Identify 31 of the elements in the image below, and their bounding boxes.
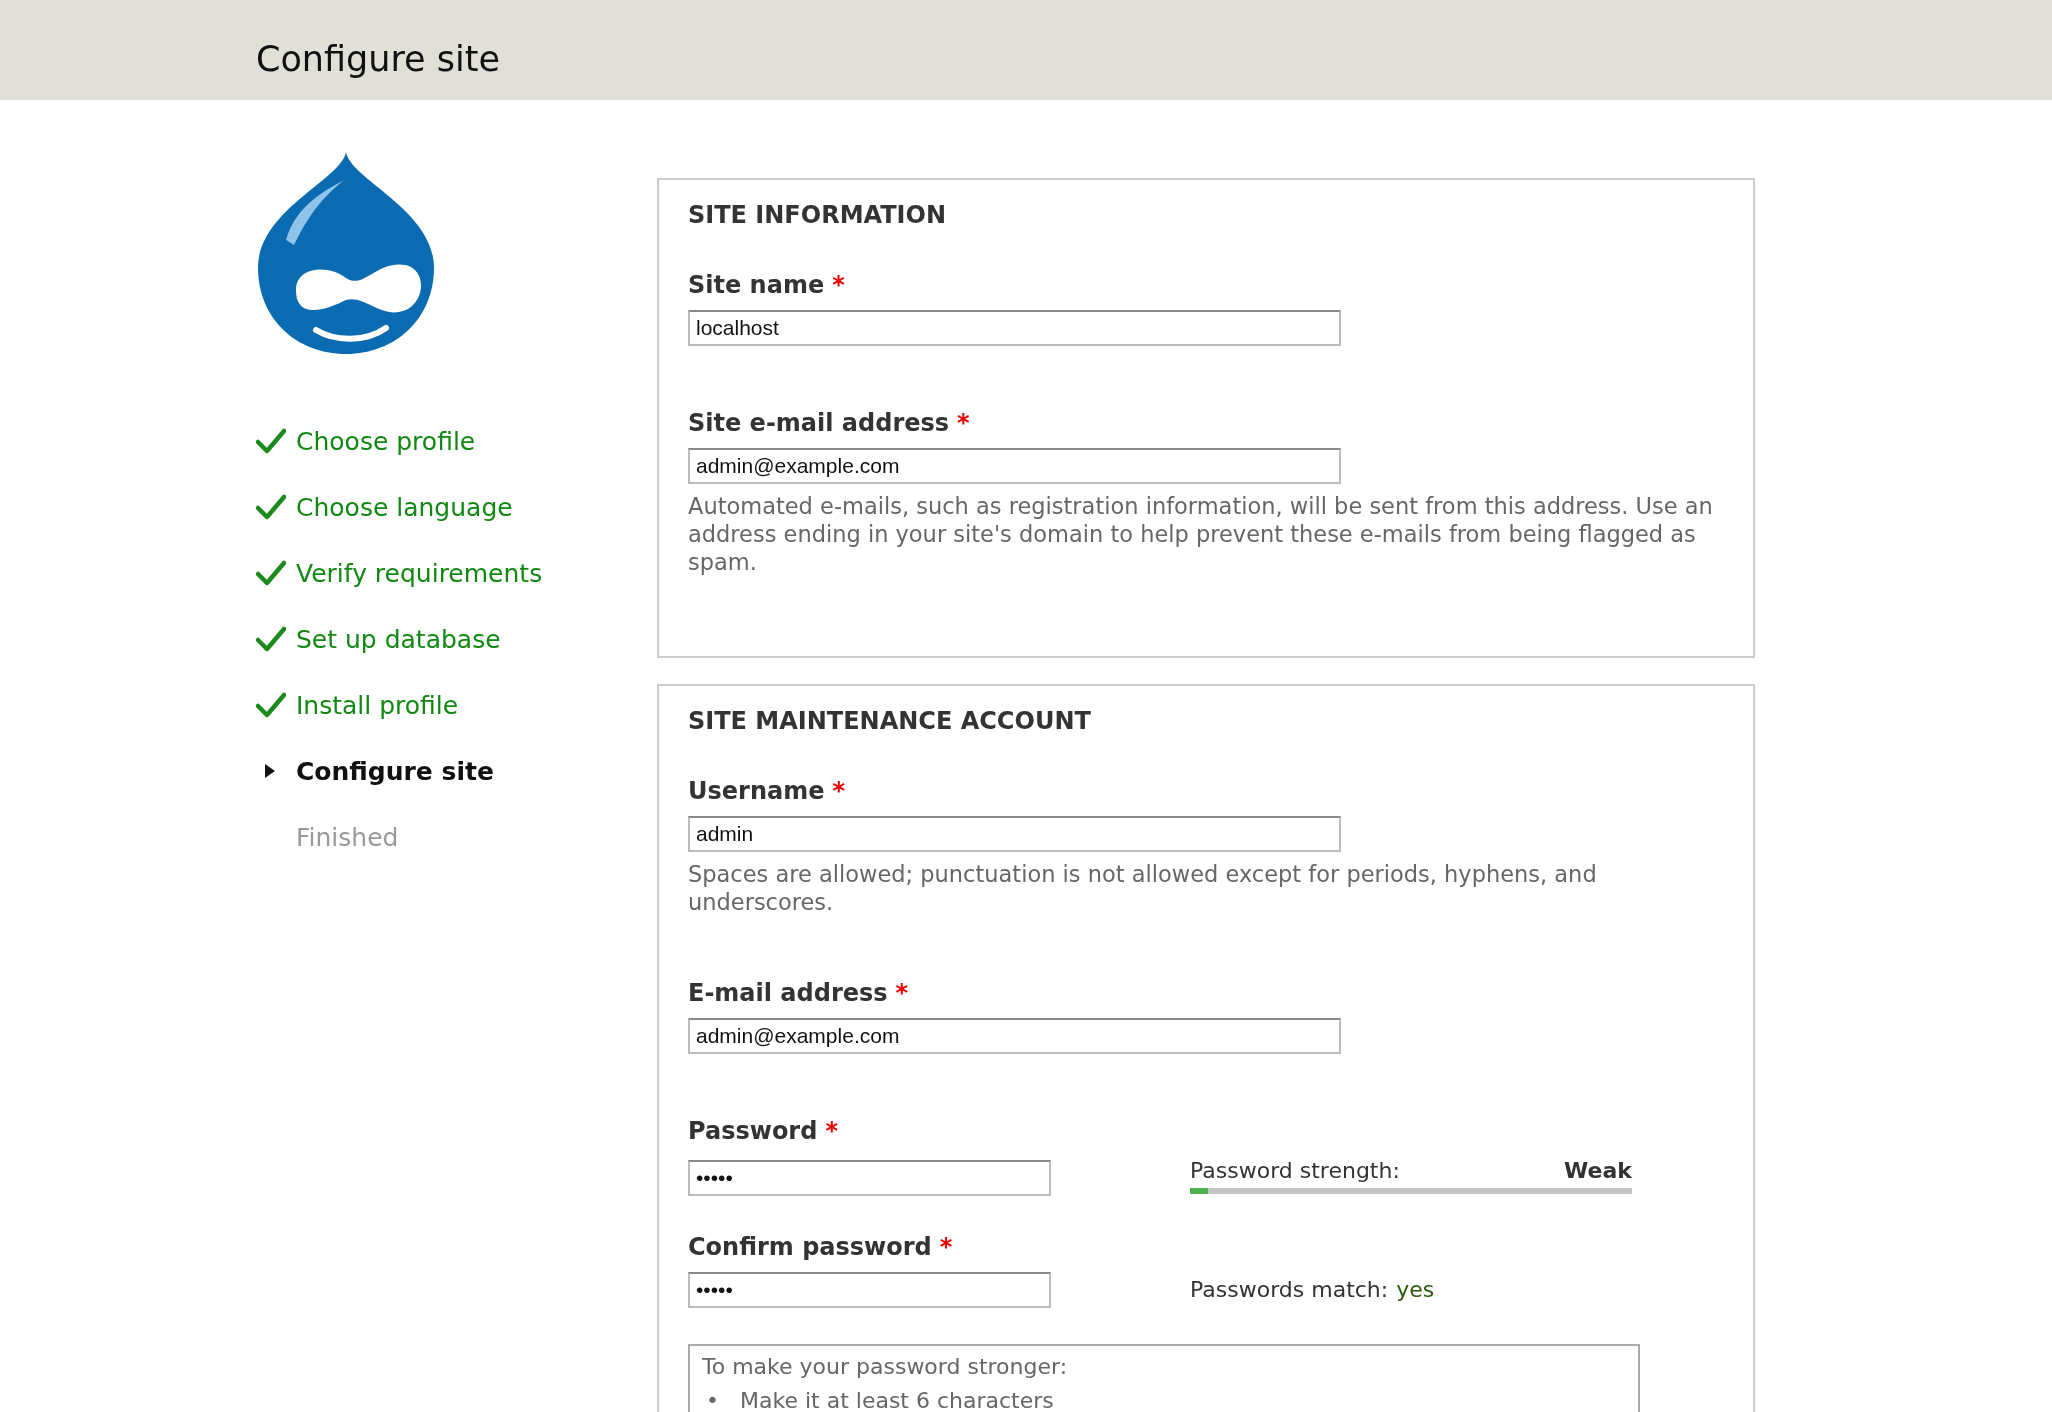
text-field[interactable]: localhost [688,310,1341,346]
field-label: Username * [688,776,846,807]
field-label: Site name * [688,270,846,301]
step-label: Configure site [296,756,494,786]
section-legend: SITE INFORMATION [688,198,1724,232]
bullet-mark: • [706,1387,720,1412]
field-label: Password * [688,1116,839,1147]
text-field[interactable]: admin@example.com [688,1018,1341,1054]
field-label: Confirm password * [688,1232,954,1263]
suggestions-title: To make your password stronger: [702,1353,1069,1381]
password-field[interactable]: ••••• [688,1160,1051,1196]
strength-label: Password strength: [1190,1157,1400,1185]
step-label: Install profile [296,690,459,720]
password-field[interactable]: ••••• [688,1272,1051,1308]
field-description: Spaces are allowed; punctuation is not allowed except for periods, hyphens, and underscores. [688,860,1598,916]
section-legend: SITE MAINTENANCE ACCOUNT [688,704,1724,738]
field-label: E-mail address * [688,978,910,1009]
text-field[interactable]: admin [688,816,1341,852]
field-description: Automated e-mails, such as registration information, will be sent from this address. Use an address ending in your site's domain to help prevent these e-mails from being flagged as spam. [688,492,1714,576]
step-label: Verify requirements [296,558,543,588]
text-field[interactable]: admin@example.com [688,448,1341,484]
field-label: Site e-mail address * [688,408,971,439]
step-label: Set up database [296,624,501,654]
step-label: Choose profile [296,426,476,456]
step-label: Finished [296,822,399,852]
page-title: Configure site [256,38,500,79]
strength-rating: Weak [1564,1157,1632,1185]
match-label: Passwords match: [1190,1276,1389,1304]
suggestion-item: Make it at least 6 characters [740,1387,1054,1412]
step-label: Choose language [296,492,513,522]
match-result: yes [1396,1276,1435,1304]
